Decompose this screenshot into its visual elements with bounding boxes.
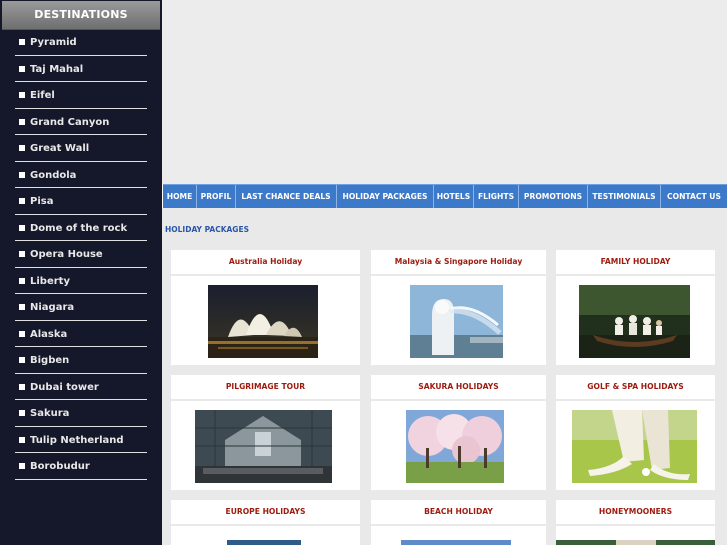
bullet-icon xyxy=(19,39,25,45)
nav-last-chance-deals[interactable]: LAST CHANCE DEALS xyxy=(236,185,337,209)
cherry-blossom-image xyxy=(406,410,504,483)
package-title: BEACH HOLIDAY xyxy=(371,500,546,526)
package-card-malaysia-singapore[interactable]: Malaysia & Singapore Holiday xyxy=(371,250,546,365)
family-boat-image xyxy=(579,285,690,358)
destination-item-borobudur[interactable]: Borobudur xyxy=(15,454,147,480)
package-card-europe-holidays[interactable]: EUROPE HOLIDAYS xyxy=(171,500,360,545)
destination-item-pyramid[interactable]: Pyramid xyxy=(15,30,147,56)
bullet-icon xyxy=(19,330,25,337)
bullet-icon xyxy=(19,357,25,363)
package-card-pilgrimage-tour[interactable]: PILGRIMAGE TOUR xyxy=(171,375,360,490)
destination-label: Opera House xyxy=(30,249,103,260)
destination-label: Borobudur xyxy=(30,461,90,472)
package-title: GOLF & SPA HOLIDAYS xyxy=(556,375,715,401)
church-pilgrims-image xyxy=(195,410,332,483)
destination-label: Bigben xyxy=(30,355,70,366)
merlion-fountain-image xyxy=(410,285,503,358)
destination-item-opera-house[interactable]: Opera House xyxy=(15,242,147,268)
bullet-icon xyxy=(19,118,25,125)
bullet-icon xyxy=(19,410,25,416)
destinations-list: Pyramid Taj Mahal Eifel Grand Canyon Gre… xyxy=(15,30,147,481)
destination-label: Gondola xyxy=(30,169,77,181)
golf-image xyxy=(572,410,697,483)
destination-item-liberty[interactable]: Liberty xyxy=(15,269,147,294)
nav-hotels[interactable]: HOTELS xyxy=(434,185,474,209)
nav-home[interactable]: HOME xyxy=(163,185,197,209)
destination-item-dubai-tower[interactable]: Dubai tower xyxy=(15,375,147,400)
package-card-family-holiday[interactable]: FAMILY HOLIDAY xyxy=(556,250,715,365)
package-card-sakura-holidays[interactable]: SAKURA HOLIDAYS xyxy=(371,375,546,490)
destination-label: Alaska xyxy=(30,328,68,340)
bullet-icon xyxy=(19,383,25,390)
destination-item-grand-canyon[interactable]: Grand Canyon xyxy=(15,110,147,135)
nav-testimonials[interactable]: TESTIMONIALS xyxy=(588,185,661,209)
package-title: FAMILY HOLIDAY xyxy=(556,250,715,276)
destination-label: Pisa xyxy=(30,196,54,207)
main-content: HOLIDAY PACKAGES Australia Holiday Malay… xyxy=(162,208,727,545)
package-title: HONEYMOONERS xyxy=(556,500,715,526)
destination-item-alaska[interactable]: Alaska xyxy=(15,322,147,347)
sydney-opera-house-image xyxy=(208,285,318,358)
destination-label: Dubai tower xyxy=(30,381,99,393)
destinations-title: DESTINATIONS xyxy=(34,8,128,21)
nav-profil[interactable]: PROFIL xyxy=(197,185,236,209)
destination-label: Dome of the rock xyxy=(30,222,128,234)
destination-item-niagara[interactable]: Niagara xyxy=(15,295,147,321)
destination-item-bigben[interactable]: Bigben xyxy=(15,348,147,374)
destination-item-dome-of-the-rock[interactable]: Dome of the rock xyxy=(15,216,147,241)
destination-label: Pyramid xyxy=(30,37,77,48)
destination-item-taj-mahal[interactable]: Taj Mahal xyxy=(15,57,147,82)
bullet-icon xyxy=(19,277,25,284)
destinations-sidebar: DESTINATIONS Pyramid Taj Mahal Eifel Gra… xyxy=(0,0,162,545)
bullet-icon xyxy=(19,65,25,72)
header-banner xyxy=(162,0,727,184)
bullet-icon xyxy=(19,304,25,310)
destination-item-eifel[interactable]: Eifel xyxy=(15,83,147,109)
destination-label: Liberty xyxy=(30,275,70,287)
package-card-honeymooners[interactable]: HONEYMOONERS xyxy=(556,500,715,545)
destination-label: Eifel xyxy=(30,90,55,101)
package-title: PILGRIMAGE TOUR xyxy=(171,375,360,401)
package-title: EUROPE HOLIDAYS xyxy=(171,500,360,526)
bullet-icon xyxy=(19,251,25,257)
page-title[interactable]: HOLIDAY PACKAGES xyxy=(165,225,249,234)
destination-item-tulip-netherland[interactable]: Tulip Netherland xyxy=(15,428,147,453)
destination-item-sakura[interactable]: Sakura xyxy=(15,401,147,427)
nav-flights[interactable]: FLIGHTS xyxy=(474,185,519,209)
bullet-icon xyxy=(19,463,25,469)
destination-label: Sakura xyxy=(30,408,70,419)
destination-item-great-wall[interactable]: Great Wall xyxy=(15,136,147,162)
bullet-icon xyxy=(19,224,25,231)
beach-image xyxy=(401,535,511,545)
package-title: SAKURA HOLIDAYS xyxy=(371,375,546,401)
package-card-australia[interactable]: Australia Holiday xyxy=(171,250,360,365)
nav-contact-us[interactable]: CONTACT US xyxy=(661,185,727,209)
package-card-beach-holiday[interactable]: BEACH HOLIDAY xyxy=(371,500,546,545)
honeymoon-image xyxy=(556,535,715,545)
destination-label: Tulip Netherland xyxy=(30,434,124,446)
nav-promotions[interactable]: PROMOTIONS xyxy=(519,185,588,209)
main-nav: HOME PROFIL LAST CHANCE DEALS HOLIDAY PA… xyxy=(163,184,727,209)
bullet-icon xyxy=(19,92,25,98)
destination-label: Grand Canyon xyxy=(30,116,110,128)
bullet-icon xyxy=(19,145,25,151)
package-title: Malaysia & Singapore Holiday xyxy=(371,250,546,276)
destination-label: Niagara xyxy=(30,302,75,313)
bullet-icon xyxy=(19,171,25,178)
destinations-header: DESTINATIONS xyxy=(2,1,160,30)
bullet-icon xyxy=(19,198,25,204)
destination-label: Great Wall xyxy=(30,143,90,154)
bullet-icon xyxy=(19,436,25,443)
europe-image xyxy=(227,535,301,545)
destination-label: Taj Mahal xyxy=(30,63,84,75)
nav-holiday-packages[interactable]: HOLIDAY PACKAGES xyxy=(337,185,434,209)
destination-item-pisa[interactable]: Pisa xyxy=(15,189,147,215)
package-title: Australia Holiday xyxy=(171,250,360,276)
package-card-golf-spa[interactable]: GOLF & SPA HOLIDAYS xyxy=(556,375,715,490)
destination-item-gondola[interactable]: Gondola xyxy=(15,163,147,188)
